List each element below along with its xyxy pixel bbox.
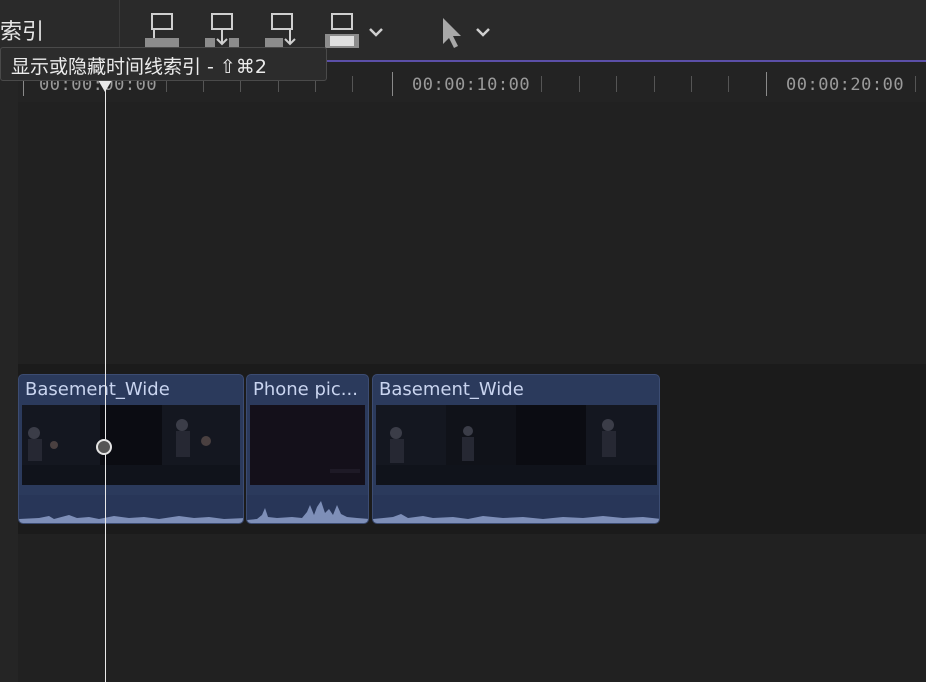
index-panel-edge: [0, 60, 18, 682]
insert-clip-button[interactable]: [203, 12, 241, 52]
clip-audio-waveform: [247, 495, 368, 523]
append-clip-button[interactable]: [263, 12, 301, 52]
overwrite-clip-button[interactable]: [323, 12, 389, 52]
playhead-marker-icon[interactable]: [98, 80, 112, 94]
ruler-major-tick: [766, 72, 767, 96]
insert-clip-icon: [205, 13, 239, 48]
select-tool-icon: [443, 18, 490, 48]
clip-filmstrip: [376, 405, 657, 485]
select-tool-button[interactable]: [438, 12, 494, 52]
timeline-index-tooltip: 显示或隐藏时间线索引 - ⇧⌘2: [0, 47, 327, 81]
connect-clip-button[interactable]: [143, 12, 181, 52]
timeline-clip[interactable]: Basement_Wide: [18, 374, 244, 524]
clip-name: Phone pic...: [253, 379, 358, 400]
ruler-timecode: 00:00:20:00: [786, 75, 905, 95]
clip-filmstrip: [22, 405, 240, 485]
filmstrip-thumbnails: [376, 405, 657, 485]
connect-clip-icon: [145, 13, 179, 48]
ruler-minor-tick: [691, 76, 692, 92]
ruler-minor-tick: [654, 76, 655, 92]
clip-audio-waveform: [19, 495, 243, 523]
ruler-minor-tick: [728, 76, 729, 92]
ruler-major-tick: [392, 72, 393, 96]
filmstrip-thumbnails: [250, 405, 365, 485]
ruler-minor-tick: [352, 76, 353, 92]
append-clip-icon: [265, 13, 296, 48]
audio-lanes-area[interactable]: [18, 534, 926, 682]
clip-name: Basement_Wide: [25, 379, 170, 400]
filmstrip-thumbnails: [22, 405, 240, 485]
connected-clips-area[interactable]: [18, 102, 926, 364]
toolbar-title: 索引: [0, 20, 45, 45]
ruler-minor-tick: [616, 76, 617, 92]
ruler-minor-tick: [915, 76, 916, 92]
skimmer-handle[interactable]: [96, 439, 112, 455]
timeline-clip[interactable]: Basement_Wide: [372, 374, 660, 524]
clip-audio-waveform: [373, 495, 659, 523]
timeline-clip[interactable]: Phone pic...: [246, 374, 369, 524]
ruler-minor-tick: [579, 76, 580, 92]
ruler-minor-tick: [541, 76, 542, 92]
clip-name: Basement_Wide: [379, 379, 524, 400]
ruler-timecode: 00:00:10:00: [412, 75, 531, 95]
playhead[interactable]: [105, 62, 106, 682]
clip-filmstrip: [250, 405, 365, 485]
overwrite-clip-icon: [325, 13, 383, 48]
